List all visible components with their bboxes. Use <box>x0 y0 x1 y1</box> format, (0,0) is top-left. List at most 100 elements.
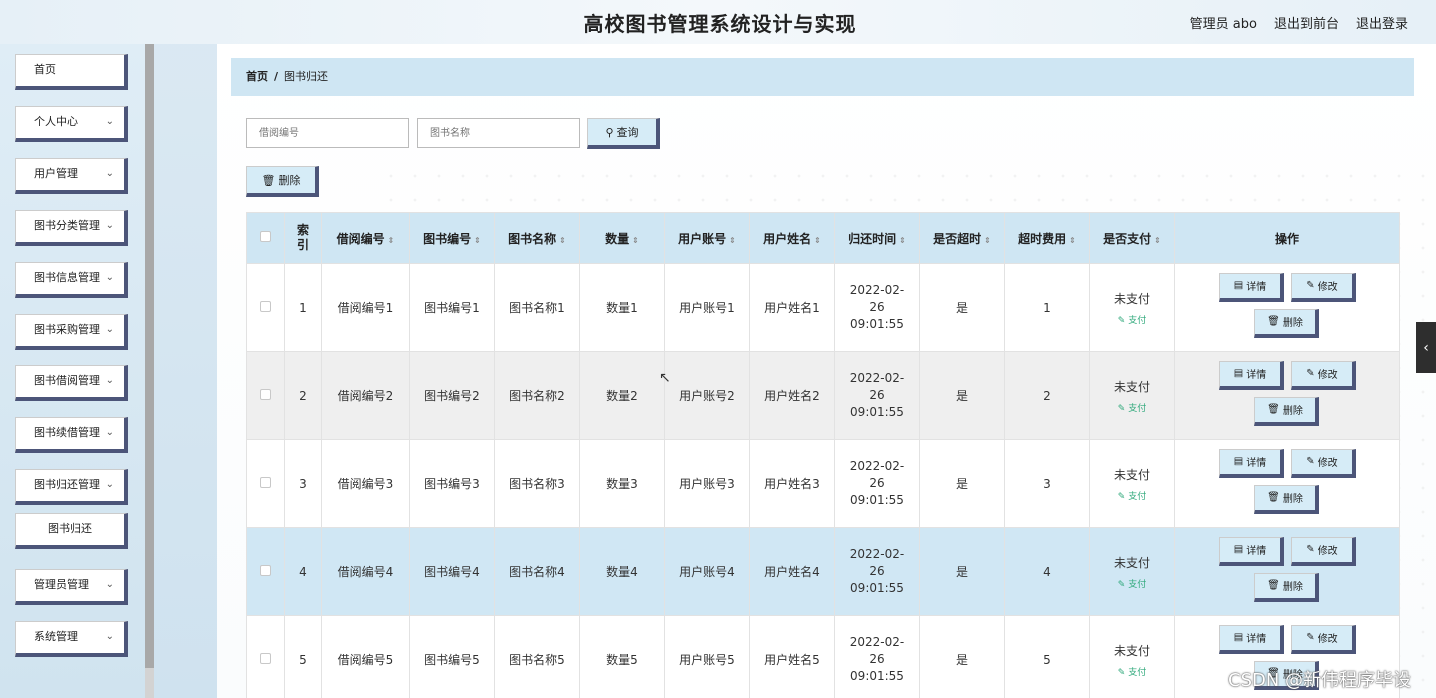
row-checkbox[interactable] <box>260 652 271 664</box>
detail-button[interactable]: ▤ 详情 <box>1219 272 1284 302</box>
row-checkbox[interactable] <box>260 388 271 400</box>
cell-book-name: 图书名称1 <box>494 263 580 352</box>
breadcrumb-home[interactable]: 首页 <box>246 70 268 83</box>
delete-button[interactable]: 🗑 删除 <box>1254 572 1319 602</box>
cell-fee: 5 <box>1004 615 1090 698</box>
sort-icon[interactable]: ⇕ <box>729 236 736 245</box>
cell-fee: 2 <box>1004 351 1090 440</box>
sidebar-item-book-renew[interactable]: 图书续借管理 ⌄ <box>15 417 128 453</box>
table-row[interactable]: 2 借阅编号2 图书编号2 图书名称2 数量2 用户账号2 用户姓名2 2022-02-26 … <box>246 351 1400 440</box>
chevron-left-icon: ‹ <box>1423 339 1429 356</box>
delete-button[interactable]: 🗑 删除 <box>1254 308 1319 338</box>
sort-icon[interactable]: ⇕ <box>388 236 395 245</box>
query-button[interactable]: ⚲ 查询 <box>587 118 660 149</box>
sidebar-item-admin-management[interactable]: 管理员管理 ⌄ <box>15 569 128 605</box>
delete-button[interactable]: 🗑 删除 <box>1254 484 1319 514</box>
sort-icon[interactable]: ⇕ <box>474 236 481 245</box>
edit-button[interactable]: ✎ 修改 <box>1291 448 1356 478</box>
cell-book-name: 图书名称2 <box>494 351 580 440</box>
detail-button[interactable]: ▤ 详情 <box>1219 536 1284 566</box>
cell-index: 3 <box>284 439 322 528</box>
column-header-borrow-no[interactable]: 借阅编号 ⇕ <box>321 212 410 264</box>
sidebar-item-personal-center[interactable]: 个人中心 ⌄ <box>15 106 128 142</box>
sidebar-item-home[interactable]: 首页 <box>15 54 128 90</box>
column-header-book-name[interactable]: 图书名称 ⇕ <box>494 212 580 264</box>
sort-icon[interactable]: ⇕ <box>559 236 566 245</box>
column-header-book-no[interactable]: 图书编号 ⇕ <box>409 212 495 264</box>
column-header-quantity[interactable]: 数量 ⇕ <box>579 212 665 264</box>
edit-button[interactable]: ✎ 修改 <box>1291 624 1356 654</box>
sidebar-item-book-info[interactable]: 图书信息管理 ⌄ <box>15 262 128 298</box>
book-name-search-input[interactable] <box>417 118 580 148</box>
table-row[interactable]: 1 借阅编号1 图书编号1 图书名称1 数量1 用户账号1 用户姓名1 2022-02-26 … <box>246 263 1400 352</box>
sidebar-item-book-return-management[interactable]: 图书归还管理 ⌄ <box>15 469 128 505</box>
sort-icon[interactable]: ⇕ <box>1069 236 1076 245</box>
sort-icon[interactable]: ⇕ <box>1154 236 1161 245</box>
sort-icon[interactable]: ⇕ <box>632 236 639 245</box>
cell-return-time: 2022-02-26 09:01:55 <box>834 439 920 528</box>
cell-account: 用户账号1 <box>664 263 750 352</box>
pay-link[interactable]: ✎ 支付 <box>1090 665 1174 678</box>
select-all-checkbox[interactable] <box>260 231 271 242</box>
cell-actions: ▤ 详情 ✎ 修改 🗑 删除 <box>1174 439 1400 528</box>
column-header-user-name[interactable]: 用户姓名 ⇕ <box>749 212 835 264</box>
edit-button[interactable]: ✎ 修改 <box>1291 272 1356 302</box>
document-icon: ▤ <box>1233 456 1244 467</box>
sidebar-item-book-category[interactable]: 图书分类管理 ⌄ <box>15 210 128 246</box>
cell-overdue: 是 <box>919 351 1005 440</box>
row-select-cell <box>246 615 285 698</box>
sidebar-subitem-book-return[interactable]: 图书归还 <box>15 513 128 549</box>
sidebar-item-system-management[interactable]: 系统管理 ⌄ <box>15 621 128 657</box>
sidebar-item-book-purchase[interactable]: 图书采购管理 ⌄ <box>15 314 128 350</box>
column-header-return-time[interactable]: 归还时间 ⇕ <box>834 212 920 264</box>
pay-link[interactable]: ✎ 支付 <box>1090 489 1174 502</box>
collapse-panel-button[interactable]: ‹ <box>1416 322 1436 373</box>
chevron-down-icon: ⌄ <box>105 272 114 283</box>
sort-icon[interactable]: ⇕ <box>814 236 821 245</box>
column-label: 用户姓名 <box>763 231 812 246</box>
delete-button[interactable]: 🗑 删除 <box>1254 396 1319 426</box>
edit-button[interactable]: ✎ 修改 <box>1291 360 1356 390</box>
detail-button[interactable]: ▤ 详情 <box>1219 360 1284 390</box>
table-row[interactable]: 4 借阅编号4 图书编号4 图书名称4 数量4 用户账号4 用户姓名4 2022-02-26 … <box>246 527 1400 616</box>
admin-user-link[interactable]: 管理员 abo <box>1190 13 1257 32</box>
row-checkbox[interactable] <box>260 476 271 488</box>
table-row[interactable]: 5 借阅编号5 图书编号5 图书名称5 数量5 用户账号5 用户姓名5 2022-02-26 … <box>246 615 1400 698</box>
detail-button[interactable]: ▤ 详情 <box>1219 448 1284 478</box>
borrow-number-search-input[interactable] <box>246 118 409 148</box>
pay-status-text: 未支付 <box>1113 555 1150 570</box>
sidebar-item-book-borrow[interactable]: 图书借阅管理 ⌄ <box>15 365 128 401</box>
column-header-account[interactable]: 用户账号 ⇕ <box>664 212 750 264</box>
row-checkbox[interactable] <box>260 564 271 576</box>
return-time-text: 2022-02-26 09:01:55 <box>849 371 905 419</box>
cell-actions: ▤ 详情 ✎ 修改 🗑 删除 <box>1174 263 1400 352</box>
cell-fee: 3 <box>1004 439 1090 528</box>
pay-link[interactable]: ✎ 支付 <box>1090 401 1174 414</box>
column-label: 是否支付 <box>1103 231 1152 246</box>
sort-icon[interactable]: ⇕ <box>984 236 991 245</box>
cell-index: 1 <box>284 263 322 352</box>
back-to-front-link[interactable]: 退出到前台 <box>1274 13 1339 32</box>
chevron-down-icon: ⌄ <box>105 631 114 642</box>
pay-link[interactable]: ✎ 支付 <box>1090 577 1174 590</box>
cell-book-no: 图书编号2 <box>409 351 495 440</box>
cell-actions: ▤ 详情 ✎ 修改 🗑 删除 <box>1174 527 1400 616</box>
row-checkbox[interactable] <box>260 300 271 312</box>
column-header-overdue[interactable]: 是否超时 ⇕ <box>919 212 1005 264</box>
pay-link[interactable]: ✎ 支付 <box>1090 313 1174 326</box>
batch-delete-button[interactable]: 🗑 删除 <box>246 166 319 197</box>
trash-icon: 🗑 <box>1267 492 1280 503</box>
edit-button[interactable]: ✎ 修改 <box>1291 536 1356 566</box>
sort-icon[interactable]: ⇕ <box>899 236 906 245</box>
row-actions: ▤ 详情 ✎ 修改 🗑 删除 <box>1175 536 1399 607</box>
cell-return-time: 2022-02-26 09:01:55 <box>834 527 920 616</box>
table-header-row: 索引 借阅编号 ⇕ 图书编号 ⇕ 图书名称 ⇕ 数量 ⇕ 用户账号 ⇕ 用户姓名 ⇕ 归还时… <box>246 212 1400 264</box>
column-header-fee[interactable]: 超时费用 ⇕ <box>1004 212 1090 264</box>
logout-link[interactable]: 退出登录 <box>1356 13 1408 32</box>
table-row[interactable]: 3 借阅编号3 图书编号3 图书名称3 数量3 用户账号3 用户姓名3 2022-02-26 … <box>246 439 1400 528</box>
sidebar-item-user-management[interactable]: 用户管理 ⌄ <box>15 158 128 194</box>
detail-button[interactable]: ▤ 详情 <box>1219 624 1284 654</box>
column-header-paid[interactable]: 是否支付 ⇕ <box>1089 212 1175 264</box>
pay-link-label: 支付 <box>1128 315 1147 326</box>
sidebar-scrollbar-thumb[interactable] <box>145 44 154 668</box>
